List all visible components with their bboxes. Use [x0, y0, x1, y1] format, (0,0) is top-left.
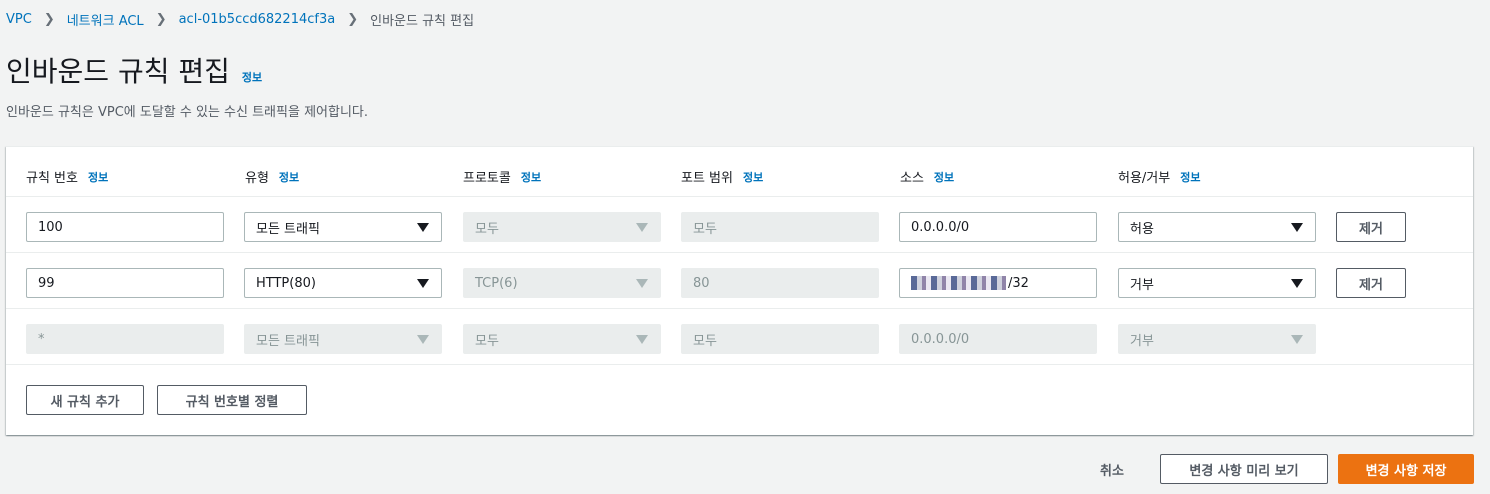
rule-number-input[interactable]: 99 [26, 268, 224, 298]
source-input: 0.0.0.0/0 [899, 324, 1097, 354]
add-rule-button[interactable]: 새 규칙 추가 [26, 385, 144, 415]
protocol-select: 모두 [463, 212, 661, 242]
caret-down-icon [417, 279, 429, 288]
allow-deny-info-link[interactable]: 정보 [1180, 169, 1200, 185]
col-header-type: 유형 정보 [245, 169, 300, 187]
chevron-right-icon: ❯ [347, 12, 359, 27]
allow-deny-select[interactable]: 거부 [1118, 268, 1316, 298]
table-row: * 모든 트래픽 모두 모두 0.0.0.0/0 거부 [6, 309, 1473, 365]
col-header-source: 소스 정보 [900, 169, 955, 187]
caret-down-icon [636, 223, 648, 232]
protocol-select: TCP(6) [463, 268, 661, 298]
caret-down-icon [1291, 223, 1303, 232]
cancel-button[interactable]: 취소 [1100, 460, 1124, 479]
port-range-input: 80 [681, 268, 879, 298]
remove-rule-button[interactable]: 제거 [1336, 268, 1406, 298]
breadcrumb: VPC ❯ 네트워크 ACL ❯ acl-01b5ccd682214cf3a ❯… [6, 10, 474, 29]
redacted-ip [911, 276, 1006, 290]
rule-number-info-link[interactable]: 정보 [88, 169, 108, 185]
breadcrumb-vpc[interactable]: VPC [6, 12, 32, 27]
caret-down-icon [636, 279, 648, 288]
breadcrumb-acl-id[interactable]: acl-01b5ccd682214cf3a [179, 12, 336, 27]
sort-by-rule-number-button[interactable]: 규칙 번호별 정렬 [157, 385, 307, 415]
col-header-allow-deny: 허용/거부 정보 [1118, 169, 1201, 187]
protocol-info-link[interactable]: 정보 [521, 169, 541, 185]
source-input[interactable]: 0.0.0.0/0 [899, 212, 1097, 242]
title-info-link[interactable]: 정보 [242, 69, 262, 85]
breadcrumb-current: 인바운드 규칙 편집 [370, 14, 475, 29]
protocol-select: 모두 [463, 324, 661, 354]
source-info-link[interactable]: 정보 [934, 169, 954, 185]
rule-number-input[interactable]: 100 [26, 212, 224, 242]
type-select[interactable]: 모든 트래픽 [244, 212, 442, 242]
rule-number-input: * [26, 324, 224, 354]
preview-changes-button[interactable]: 변경 사항 미리 보기 [1160, 454, 1328, 484]
save-changes-button[interactable]: 변경 사항 저장 [1338, 454, 1474, 484]
port-range-input: 모두 [681, 324, 879, 354]
table-row: 100 모든 트래픽 모두 모두 0.0.0.0/0 허용 제거 [6, 197, 1473, 253]
type-select: 모든 트래픽 [244, 324, 442, 354]
caret-down-icon [417, 335, 429, 344]
page-description: 인바운드 규칙은 VPC에 도달할 수 있는 수신 트래픽을 제어합니다. [6, 105, 369, 120]
col-header-port-range: 포트 범위 정보 [681, 169, 764, 187]
remove-rule-button[interactable]: 제거 [1336, 212, 1406, 242]
caret-down-icon [1291, 335, 1303, 344]
page-title-text: 인바운드 규칙 편집 [6, 55, 230, 88]
caret-down-icon [636, 335, 648, 344]
port-range-input: 모두 [681, 212, 879, 242]
allow-deny-select[interactable]: 허용 [1118, 212, 1316, 242]
col-header-rule-number: 규칙 번호 정보 [26, 169, 109, 187]
source-input[interactable]: /32 [899, 268, 1097, 298]
chevron-right-icon: ❯ [155, 12, 167, 27]
type-info-link[interactable]: 정보 [279, 169, 299, 185]
col-header-protocol: 프로토콜 정보 [463, 169, 542, 187]
table-row: 99 HTTP(80) TCP(6) 80 /32 거부 제거 [6, 253, 1473, 309]
table-header: 규칙 번호 정보 유형 정보 프로토콜 정보 포트 범위 정보 소스 정보 허용… [6, 147, 1473, 197]
chevron-right-icon: ❯ [43, 12, 55, 27]
allow-deny-select: 거부 [1118, 324, 1316, 354]
inbound-rules-panel: 규칙 번호 정보 유형 정보 프로토콜 정보 포트 범위 정보 소스 정보 허용… [6, 146, 1473, 435]
caret-down-icon [417, 223, 429, 232]
breadcrumb-network-acl[interactable]: 네트워크 ACL [67, 10, 144, 29]
caret-down-icon [1291, 279, 1303, 288]
port-range-info-link[interactable]: 정보 [743, 169, 763, 185]
type-select[interactable]: HTTP(80) [244, 268, 442, 298]
page-title: 인바운드 규칙 편집 정보 [6, 50, 262, 90]
